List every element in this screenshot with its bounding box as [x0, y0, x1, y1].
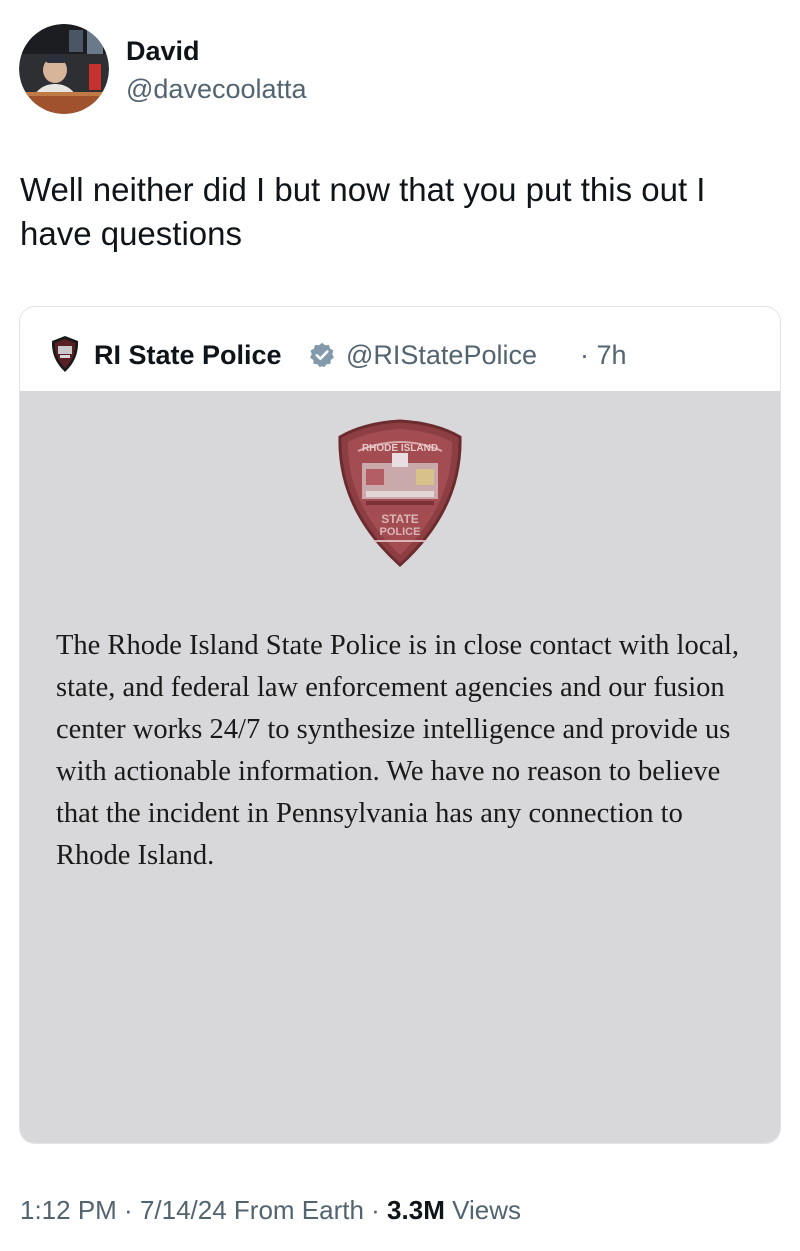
quoted-handle[interactable]: @RIStatePolice	[346, 338, 537, 372]
meta-separator: ·	[363, 1195, 388, 1225]
quoted-display-name[interactable]: RI State Police	[94, 338, 282, 372]
tweet-text: Well neither did I but now that you put …	[20, 171, 706, 252]
badge-state-text: STATE	[381, 512, 419, 526]
quoted-tweet-image[interactable]: RHODE ISLAND STATE POLICE The Rhode Isla…	[20, 391, 780, 1143]
statement-text: The Rhode Island State Police is in clos…	[56, 630, 740, 871]
tweet-time[interactable]: 1:12 PM	[20, 1195, 117, 1225]
tweet-source: From Earth	[226, 1195, 364, 1225]
views-label: Views	[444, 1195, 521, 1225]
meta-separator: ·	[116, 1195, 140, 1225]
tweet-metadata: 1:12 PM · 7/14/24 From Earth · 3.3M View…	[20, 1192, 521, 1228]
badge-top-text: RHODE ISLAND	[362, 443, 438, 454]
quoted-tweet-header: RI State Police @RIStatePolice · 7h	[20, 307, 780, 391]
views-count[interactable]: 3.3M	[387, 1195, 445, 1225]
state-police-badge-icon: RHODE ISLAND STATE POLICE	[336, 417, 464, 569]
quoted-tweet-card[interactable]: RI State Police @RIStatePolice · 7h RHOD…	[19, 306, 781, 1144]
author-display-name[interactable]: David	[126, 34, 200, 68]
ri-state-police-logo-icon[interactable]	[50, 335, 80, 373]
badge-police-text: POLICE	[380, 526, 421, 538]
author-handle[interactable]: @davecoolatta	[126, 72, 307, 106]
tweet-date[interactable]: 7/14/24	[140, 1195, 227, 1225]
author-avatar[interactable]	[19, 24, 109, 114]
quoted-timestamp[interactable]: · 7h	[580, 338, 627, 372]
avatar-photo	[19, 24, 109, 114]
verified-badge-icon	[308, 341, 336, 369]
